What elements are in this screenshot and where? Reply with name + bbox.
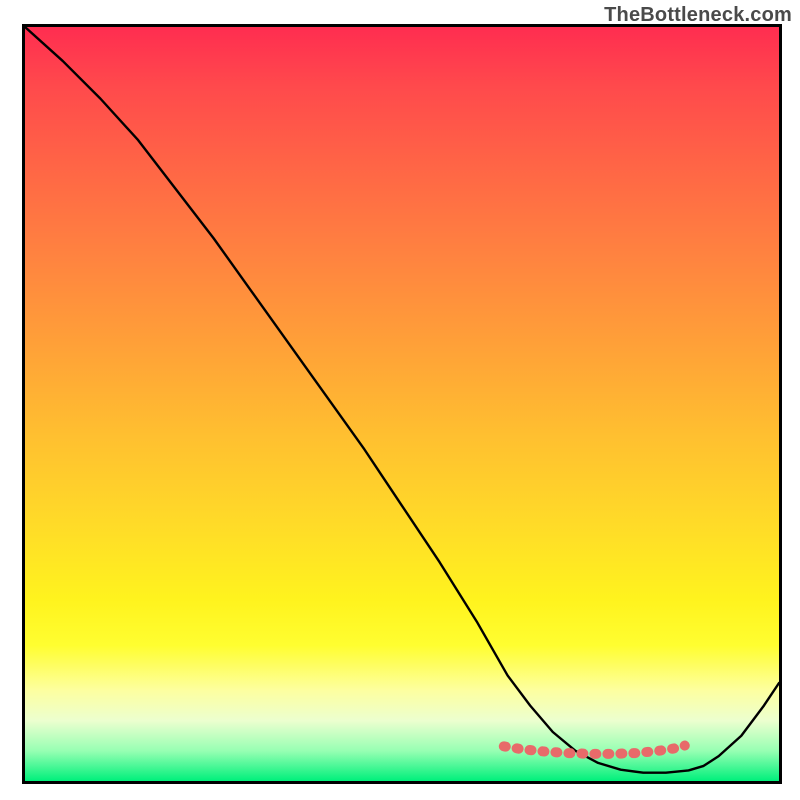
chart-canvas: TheBottleneck.com	[0, 0, 800, 800]
bottleneck-curve	[25, 27, 779, 773]
plot-area	[22, 24, 782, 784]
highlight-band	[504, 746, 685, 754]
curve-layer	[25, 27, 779, 781]
